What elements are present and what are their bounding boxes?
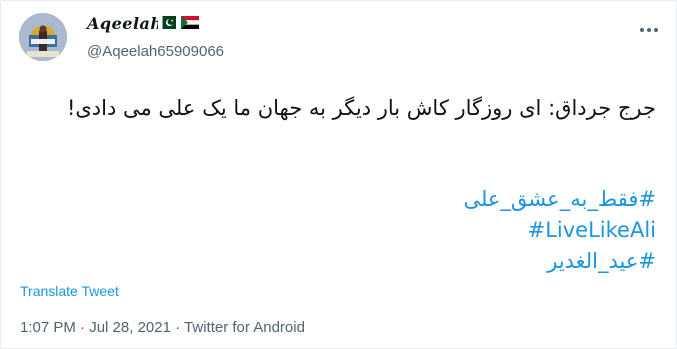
separator: · bbox=[175, 319, 181, 336]
hashtag-list: #فقط_به_عشق_علی #LiveLikeAli #عید_الغدیر bbox=[16, 184, 656, 277]
separator: · bbox=[80, 319, 86, 336]
display-name[interactable]: Aqeelah bbox=[87, 14, 163, 33]
tweet-card: Aqeelah @Aqeelah65909066 جرج جرداق: ای ر… bbox=[0, 0, 677, 349]
hashtag-link[interactable]: #عید_الغدیر bbox=[16, 246, 656, 277]
sudan-flag-icon bbox=[181, 16, 199, 29]
tweet-text: جرج جرداق: ای روزگار کاش بار دیگر به جها… bbox=[66, 96, 656, 120]
pakistan-flag-icon bbox=[158, 16, 176, 29]
tweet-source[interactable]: Twitter for Android bbox=[184, 319, 305, 336]
user-handle[interactable]: @Aqeelah65909066 bbox=[87, 43, 224, 60]
hashtag-link[interactable]: #فقط_به_عشق_علی bbox=[16, 184, 656, 215]
tweet-date[interactable]: Jul 28, 2021 bbox=[89, 319, 171, 336]
tweet-metadata: 1:07 PM · Jul 28, 2021 · Twitter for And… bbox=[20, 319, 305, 336]
flag-emojis bbox=[158, 16, 199, 29]
more-options-icon[interactable] bbox=[638, 23, 660, 37]
tweet-time[interactable]: 1:07 PM bbox=[20, 319, 76, 336]
avatar-image bbox=[19, 13, 67, 61]
avatar[interactable] bbox=[19, 13, 67, 61]
hashtag-link[interactable]: #LiveLikeAli bbox=[16, 215, 656, 246]
translate-tweet-link[interactable]: Translate Tweet bbox=[20, 283, 119, 299]
